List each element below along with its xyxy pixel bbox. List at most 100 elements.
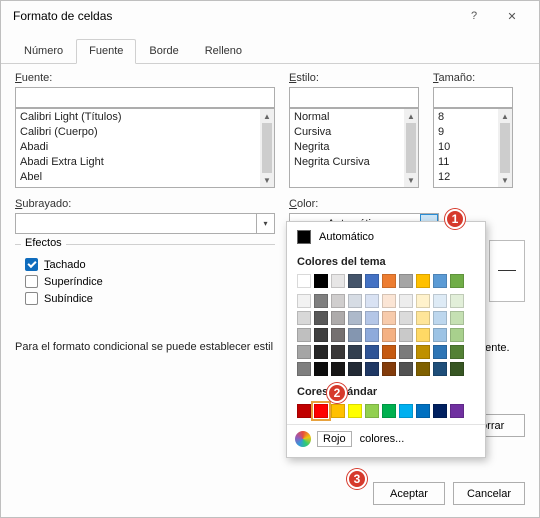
color-swatch[interactable] xyxy=(433,274,447,288)
color-swatch[interactable] xyxy=(314,274,328,288)
color-swatch[interactable] xyxy=(331,328,345,342)
color-swatch[interactable] xyxy=(450,294,464,308)
chevron-down-icon[interactable]: ▾ xyxy=(256,214,274,233)
color-swatch[interactable] xyxy=(416,404,430,418)
color-swatch[interactable] xyxy=(450,345,464,359)
color-swatch[interactable] xyxy=(365,345,379,359)
size-input[interactable] xyxy=(433,87,513,108)
underline-combo[interactable]: ▾ xyxy=(15,213,275,234)
scroll-thumb[interactable] xyxy=(500,123,510,173)
color-swatch[interactable] xyxy=(348,274,362,288)
color-swatch[interactable] xyxy=(450,362,464,376)
color-swatch[interactable] xyxy=(382,311,396,325)
list-item[interactable]: Negrita Cursiva xyxy=(294,155,400,170)
color-swatch[interactable] xyxy=(314,362,328,376)
color-swatch[interactable] xyxy=(382,274,396,288)
color-swatch[interactable] xyxy=(365,274,379,288)
color-swatch[interactable] xyxy=(416,311,430,325)
color-swatch[interactable] xyxy=(382,345,396,359)
color-swatch[interactable] xyxy=(433,294,447,308)
color-swatch[interactable] xyxy=(331,404,345,418)
color-swatch[interactable] xyxy=(297,328,311,342)
color-swatch[interactable] xyxy=(433,345,447,359)
superscript-checkbox[interactable] xyxy=(25,275,38,288)
subscript-checkbox[interactable] xyxy=(25,292,38,305)
color-swatch[interactable] xyxy=(450,328,464,342)
close-icon[interactable]: ✕ xyxy=(493,3,531,29)
help-icon[interactable]: ? xyxy=(455,3,493,29)
color-swatch[interactable] xyxy=(348,362,362,376)
font-input[interactable] xyxy=(15,87,275,108)
color-swatch[interactable] xyxy=(331,294,345,308)
scroll-thumb[interactable] xyxy=(406,123,416,173)
color-swatch[interactable] xyxy=(314,345,328,359)
tab-numero[interactable]: Número xyxy=(11,39,76,63)
ok-button[interactable]: Aceptar xyxy=(373,482,445,505)
list-item[interactable]: Abril Fatface xyxy=(20,185,256,188)
list-item[interactable]: Negrita xyxy=(294,140,400,155)
color-automatic-row[interactable]: Automático xyxy=(287,226,485,248)
color-swatch[interactable] xyxy=(399,328,413,342)
color-swatch[interactable] xyxy=(382,294,396,308)
color-swatch[interactable] xyxy=(416,345,430,359)
list-item[interactable]: 11 xyxy=(438,155,494,170)
list-item[interactable]: Abadi Extra Light xyxy=(20,155,256,170)
color-swatch[interactable] xyxy=(348,404,362,418)
color-swatch[interactable] xyxy=(450,404,464,418)
color-swatch[interactable] xyxy=(416,294,430,308)
color-swatch[interactable] xyxy=(399,311,413,325)
color-swatch[interactable] xyxy=(314,404,328,418)
color-swatch[interactable] xyxy=(416,274,430,288)
color-swatch[interactable] xyxy=(297,345,311,359)
color-swatch[interactable] xyxy=(365,311,379,325)
list-item[interactable]: Abel xyxy=(20,170,256,185)
tab-relleno[interactable]: Relleno xyxy=(192,39,255,63)
scroll-thumb[interactable] xyxy=(262,123,272,173)
color-swatch[interactable] xyxy=(433,311,447,325)
scroll-up-icon[interactable]: ▲ xyxy=(498,109,512,123)
list-item[interactable]: Cursiva xyxy=(294,125,400,140)
list-item[interactable]: 14 xyxy=(438,185,494,188)
list-item[interactable]: 9 xyxy=(438,125,494,140)
style-input[interactable] xyxy=(289,87,419,108)
style-listbox[interactable]: Normal Cursiva Negrita Negrita Cursiva ▲… xyxy=(289,108,419,188)
color-swatch[interactable] xyxy=(399,274,413,288)
color-swatch[interactable] xyxy=(314,328,328,342)
size-listbox[interactable]: 8 9 10 11 12 14 ▲ ▼ xyxy=(433,108,513,188)
color-swatch[interactable] xyxy=(348,328,362,342)
color-swatch[interactable] xyxy=(297,274,311,288)
tab-borde[interactable]: Borde xyxy=(136,39,191,63)
color-swatch[interactable] xyxy=(314,311,328,325)
color-swatch[interactable] xyxy=(382,328,396,342)
list-item[interactable]: Abadi xyxy=(20,140,256,155)
color-swatch[interactable] xyxy=(297,311,311,325)
strikethrough-checkbox[interactable] xyxy=(25,258,38,271)
more-colors-row[interactable]: Rojo colores... xyxy=(287,424,485,449)
scrollbar[interactable]: ▲ ▼ xyxy=(404,109,418,187)
color-swatch[interactable] xyxy=(348,311,362,325)
color-swatch[interactable] xyxy=(314,294,328,308)
color-swatch[interactable] xyxy=(399,294,413,308)
color-swatch[interactable] xyxy=(399,345,413,359)
scrollbar[interactable]: ▲ ▼ xyxy=(260,109,274,187)
color-swatch[interactable] xyxy=(348,294,362,308)
list-item[interactable]: Calibri Light (Títulos) xyxy=(20,110,256,125)
tab-fuente[interactable]: Fuente xyxy=(76,39,136,64)
color-swatch[interactable] xyxy=(450,311,464,325)
color-swatch[interactable] xyxy=(399,362,413,376)
list-item[interactable]: 12 xyxy=(438,170,494,185)
color-swatch[interactable] xyxy=(365,362,379,376)
cancel-button[interactable]: Cancelar xyxy=(453,482,525,505)
color-swatch[interactable] xyxy=(416,328,430,342)
color-swatch[interactable] xyxy=(365,294,379,308)
scroll-up-icon[interactable]: ▲ xyxy=(260,109,274,123)
color-swatch[interactable] xyxy=(382,404,396,418)
color-swatch[interactable] xyxy=(331,345,345,359)
color-swatch[interactable] xyxy=(433,362,447,376)
color-swatch[interactable] xyxy=(450,274,464,288)
list-item[interactable]: 8 xyxy=(438,110,494,125)
list-item[interactable]: Calibri (Cuerpo) xyxy=(20,125,256,140)
color-swatch[interactable] xyxy=(382,362,396,376)
scroll-up-icon[interactable]: ▲ xyxy=(404,109,418,123)
list-item[interactable]: Normal xyxy=(294,110,400,125)
